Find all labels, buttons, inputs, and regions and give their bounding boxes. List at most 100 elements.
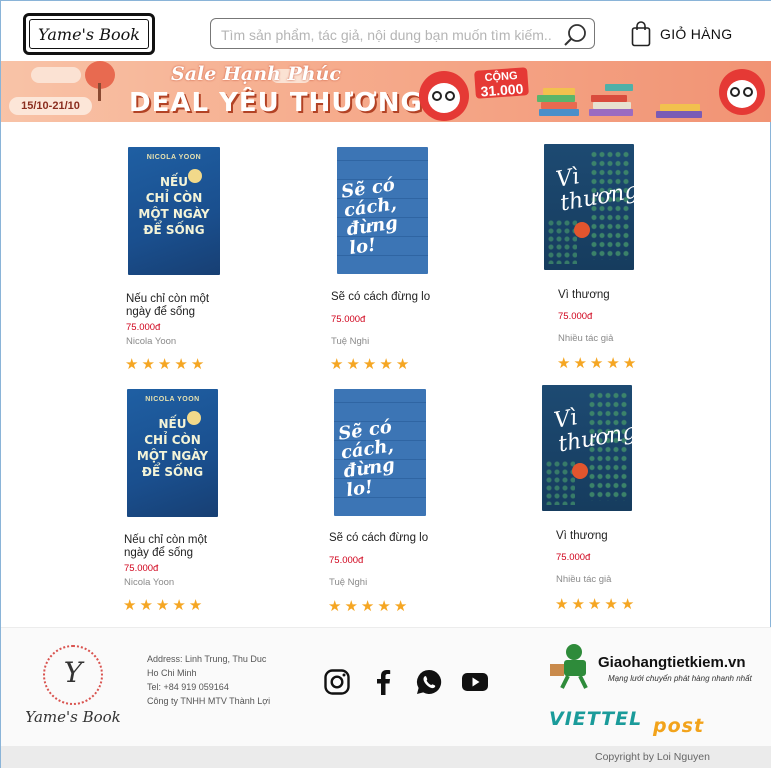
footer-logo-initial: Y bbox=[63, 656, 83, 689]
star-icon: ★ bbox=[188, 597, 203, 614]
footer-logo[interactable]: Y Yame's Book bbox=[23, 642, 123, 732]
footer-brand-name: Yame's Book bbox=[25, 708, 121, 726]
star-icon: ★ bbox=[604, 596, 618, 613]
footer: Y Yame's Book Address: Linh Trung, Thu D… bbox=[1, 627, 771, 746]
book-cover-image[interactable]: Sẽ có cách, đừng lo! bbox=[337, 147, 428, 274]
star-icon: ★ bbox=[174, 356, 188, 373]
copyright-text: Copyright by Loi Nguyen bbox=[595, 751, 710, 763]
cover-title-line: MỘT NGÀY bbox=[138, 207, 210, 221]
star-icon: ★ bbox=[571, 596, 585, 613]
star-icon: ★ bbox=[606, 355, 620, 372]
product-price: 75.000đ bbox=[556, 552, 591, 563]
book-cover-image[interactable]: Sẽ có cách, đừng lo! bbox=[334, 389, 426, 516]
star-icon: ★ bbox=[362, 356, 377, 373]
promo-date: 15/10-21/10 bbox=[9, 97, 92, 115]
ghtk-logo[interactable]: Giaohangtietkiem.vn Mạng lưới chuyển phá… bbox=[546, 642, 764, 692]
star-rating: ★ ★ ★ ★ ★ bbox=[330, 357, 409, 372]
cart-button[interactable]: GIỎ HÀNG bbox=[631, 21, 732, 47]
tree-decoration bbox=[85, 61, 115, 101]
product-author: Nicola Yoon bbox=[124, 577, 175, 588]
product-author: Nhiều tác giả bbox=[556, 574, 612, 585]
address-line: Address: Linh Trung, Thu Duc bbox=[147, 654, 267, 664]
star-icon: ★ bbox=[141, 356, 155, 373]
product-title[interactable]: Sẽ có cách đừng lo bbox=[331, 291, 461, 304]
phone-number[interactable]: Tel: +84 919 059164 bbox=[147, 680, 270, 694]
product-author: Tuệ Nghi bbox=[331, 336, 370, 347]
mascot-image bbox=[419, 71, 469, 121]
cover-title-line: ĐỂ SỐNG bbox=[143, 223, 205, 237]
ghtk-slogan: Mạng lưới chuyển phát hàng nhanh nhất bbox=[608, 674, 752, 683]
whatsapp-icon[interactable] bbox=[415, 668, 443, 696]
badge-value: 31.000 bbox=[480, 80, 524, 100]
cover-title-text: Sẽ có cách, đừng lo! bbox=[336, 416, 397, 502]
search-icon[interactable] bbox=[562, 22, 588, 48]
star-icon: ★ bbox=[190, 356, 205, 373]
star-icon: ★ bbox=[125, 356, 139, 373]
star-icon: ★ bbox=[377, 598, 391, 615]
youtube-icon[interactable] bbox=[461, 668, 489, 696]
product-price: 75.000đ bbox=[558, 311, 593, 322]
star-icon: ★ bbox=[346, 356, 360, 373]
book-cover-image[interactable]: Vì thương bbox=[542, 385, 632, 511]
contact-info: Address: Linh Trung, Thu Duc Ho Chi Minh… bbox=[147, 652, 270, 708]
logo-text: Yame's Book bbox=[38, 24, 140, 44]
post-text: post bbox=[653, 715, 705, 737]
copyright-bar: Copyright by Loi Nguyen bbox=[1, 746, 771, 768]
star-icon: ★ bbox=[139, 597, 153, 614]
star-icon: ★ bbox=[172, 597, 186, 614]
cloud-decoration bbox=[31, 67, 81, 83]
cover-author-text: NICOLA YOON bbox=[146, 154, 202, 161]
viettel-post-logo[interactable]: VIETTEL post bbox=[549, 706, 753, 738]
site-logo[interactable]: Yame's Book bbox=[23, 13, 155, 55]
star-icon: ★ bbox=[330, 356, 344, 373]
star-icon: ★ bbox=[557, 355, 571, 372]
promo-banner[interactable]: 15/10-21/10 Sale Hạnh Phúc DEAL YÊU THƯƠ… bbox=[1, 61, 771, 122]
star-icon: ★ bbox=[622, 355, 637, 372]
star-icon: ★ bbox=[555, 596, 569, 613]
star-icon: ★ bbox=[393, 598, 408, 615]
leaves-decoration bbox=[547, 219, 577, 264]
product-title[interactable]: Nếu chỉ còn một ngày để sống bbox=[126, 293, 221, 319]
cover-title-text: Sẽ có cách, đừng lo! bbox=[339, 174, 400, 260]
star-icon: ★ bbox=[123, 597, 137, 614]
star-icon: ★ bbox=[344, 598, 358, 615]
book-cover-image[interactable]: NICOLA YOON NẾU CHỈ CÒN MỘT NGÀY ĐỂ SỐNG bbox=[128, 147, 220, 275]
cart-label: GIỎ HÀNG bbox=[660, 26, 733, 42]
product-price: 75.000đ bbox=[124, 563, 159, 574]
star-icon: ★ bbox=[328, 598, 342, 615]
star-rating: ★ ★ ★ ★ ★ bbox=[555, 597, 634, 612]
cover-title-line: NẾU bbox=[160, 175, 188, 189]
search-bar bbox=[210, 18, 595, 49]
book-cover-image[interactable]: Vì thương bbox=[544, 144, 634, 270]
product-price: 75.000đ bbox=[331, 314, 366, 325]
cover-title-line: CHỈ CÒN bbox=[145, 191, 203, 205]
product-title[interactable]: Vì thương bbox=[556, 530, 686, 543]
product-author: Nhiều tác giả bbox=[558, 333, 614, 344]
product-title[interactable]: Sẽ có cách đừng lo bbox=[329, 532, 459, 545]
cover-title-line: CHỈ CÒN bbox=[144, 433, 201, 447]
shopping-bag-icon bbox=[631, 21, 651, 47]
books-illustration bbox=[531, 79, 651, 121]
star-rating: ★ ★ ★ ★ ★ bbox=[328, 599, 407, 614]
flower-decoration bbox=[574, 222, 590, 238]
star-icon: ★ bbox=[379, 356, 393, 373]
books-illustration bbox=[656, 89, 716, 121]
facebook-icon[interactable] bbox=[369, 668, 397, 696]
star-icon: ★ bbox=[360, 598, 375, 615]
product-title[interactable]: Vì thương bbox=[558, 289, 688, 302]
product-author: Nicola Yoon bbox=[126, 336, 177, 347]
book-cover-image[interactable]: NICOLA YOON NẾU CHỈ CÒN MỘT NGÀY ĐỂ SỐNG bbox=[127, 389, 218, 517]
cover-author-text: NICOLA YOON bbox=[145, 396, 200, 403]
product-title[interactable]: Nếu chỉ còn một ngày để sống bbox=[124, 534, 219, 560]
mascot-image bbox=[719, 69, 765, 115]
star-rating: ★ ★ ★ ★ ★ bbox=[557, 356, 636, 371]
social-links bbox=[323, 668, 489, 696]
cover-title-line: NẾU bbox=[158, 417, 187, 431]
star-icon: ★ bbox=[155, 597, 170, 614]
promo-badge: CỘNG 31.000 bbox=[474, 67, 529, 99]
ghtk-name: Giaohangtietkiem.vn bbox=[598, 654, 746, 671]
search-input[interactable] bbox=[221, 25, 551, 44]
product-author: Tuệ Nghi bbox=[329, 577, 368, 588]
promo-deal-title: DEAL YÊU THƯƠNG bbox=[129, 88, 423, 118]
instagram-icon[interactable] bbox=[323, 668, 351, 696]
